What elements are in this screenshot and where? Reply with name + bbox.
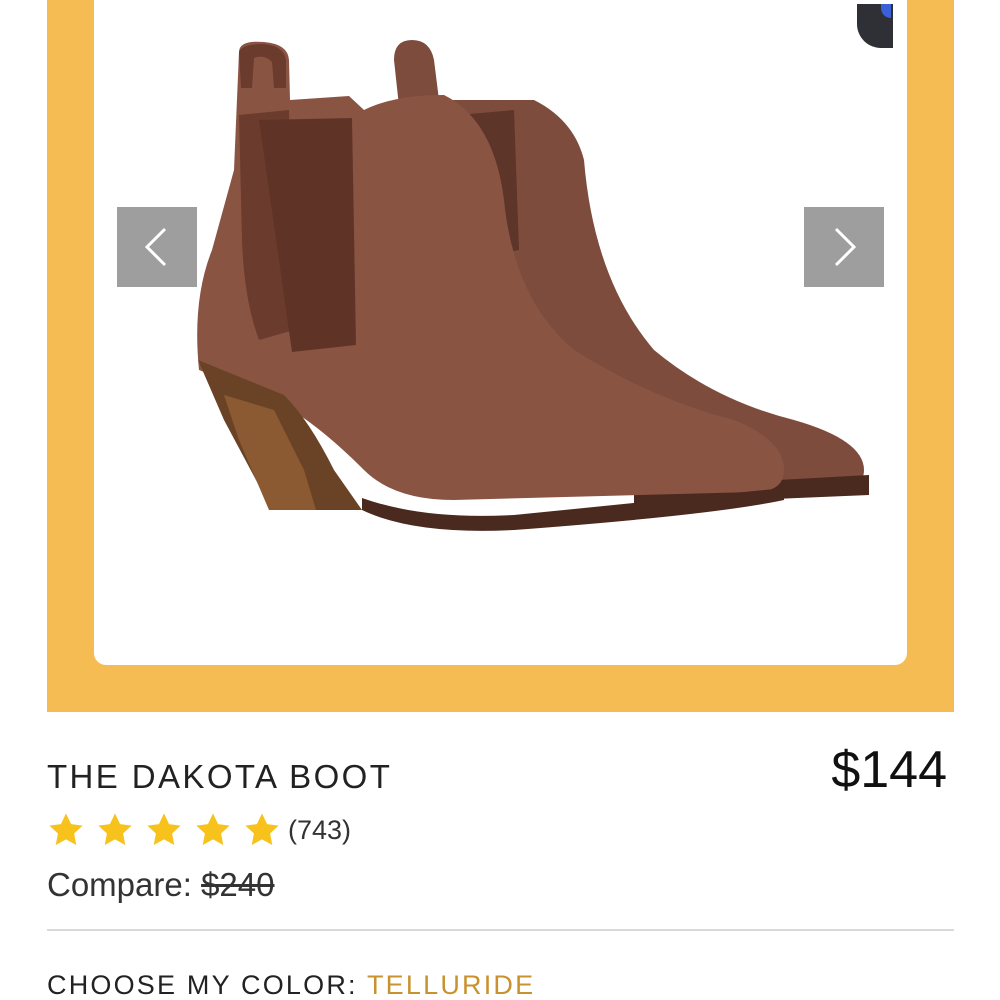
star-icon xyxy=(49,813,83,846)
color-selector-label: CHOOSE MY COLOR: xyxy=(47,970,358,1000)
selected-color-name: TELLURIDE xyxy=(366,970,536,1000)
divider xyxy=(47,929,954,931)
star-icon xyxy=(245,813,279,846)
color-selector-heading: CHOOSE MY COLOR: TELLURIDE xyxy=(47,970,535,1000)
rating-row[interactable]: (743) xyxy=(47,810,351,850)
product-title: THE DAKOTA BOOT xyxy=(47,758,393,795)
product-image[interactable] xyxy=(94,0,907,665)
review-count[interactable]: (743) xyxy=(288,815,351,846)
compare-price: $240 xyxy=(201,866,275,903)
star-icon xyxy=(98,813,132,846)
product-price: $144 xyxy=(831,741,947,799)
compare-price-row: Compare: $240 xyxy=(47,866,274,904)
product-gallery xyxy=(47,0,954,712)
star-icon xyxy=(196,813,230,846)
next-image-button[interactable] xyxy=(804,207,884,287)
compare-label: Compare: xyxy=(47,866,192,903)
chevron-left-icon xyxy=(144,227,167,267)
boots-illustration xyxy=(197,40,869,531)
previous-image-button[interactable] xyxy=(117,207,197,287)
chevron-right-icon xyxy=(834,227,857,267)
star-icon xyxy=(147,813,181,846)
